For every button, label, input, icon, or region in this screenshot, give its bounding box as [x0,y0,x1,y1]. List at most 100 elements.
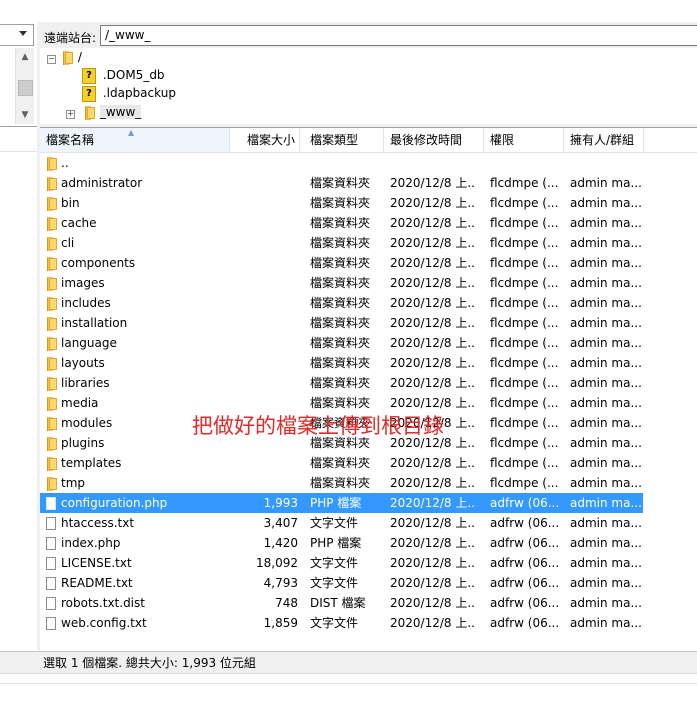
row-icon-cell [44,353,60,373]
folder-row[interactable]: .. [40,153,643,173]
column-header-name[interactable]: 檔案名稱 ▲ [40,128,230,152]
column-header-label: 檔案大小 [246,133,295,147]
local-file-list[interactable] [0,126,38,655]
local-tree-scrollbar[interactable]: ▲ ▼ [15,48,34,124]
folder-row[interactable]: bin 檔案資料夾 2020/12/8 上... flcdmpe (... admin … [40,193,643,213]
file-size-cell: 4,793 [263,576,298,590]
scroll-down-icon[interactable]: ▼ [16,106,34,124]
file-type-cell: 檔案資料夾 [310,376,371,390]
scroll-up-icon[interactable]: ▲ [16,48,34,66]
folder-row[interactable]: templates 檔案資料夾 2020/12/8 上... flcdmpe (...… [40,453,643,473]
file-name-cell: layouts [61,356,105,370]
file-row[interactable]: LICENSE.txt 18,092 文字文件 2020/12/8 上... adfrw… [40,553,643,573]
folder-row[interactable]: cli 檔案資料夾 2020/12/8 上... flcdmpe (... admin … [40,233,643,253]
remote-path-input[interactable]: /_www_ [100,25,697,46]
file-name-cell: templates [61,456,122,470]
row-icon-cell [44,213,60,233]
remote-file-list[interactable]: 檔案名稱 ▲ 檔案大小 檔案類型 最後修改時間 權限 擁有人/群組 .. admi… [40,127,697,652]
expand-icon[interactable]: + [66,110,75,119]
folder-row[interactable]: libraries 檔案資料夾 2020/12/8 上... flcdmpe (...… [40,373,643,393]
file-type-cell: 檔案資料夾 [310,356,371,370]
owner-cell: admin ma... [570,576,642,590]
file-type-cell: 檔案資料夾 [310,176,371,190]
sort-ascending-icon: ▲ [128,128,135,137]
column-header-size[interactable]: 檔案大小 [230,128,300,152]
local-path-dropdown[interactable] [0,24,34,46]
tree-item-label: .DOM5_db [102,68,165,82]
file-type-cell: 檔案資料夾 [310,476,371,490]
modified-cell: 2020/12/8 上... [390,616,476,630]
file-size-cell [230,313,298,333]
owner-cell: admin ma... [570,476,642,490]
file-size-cell [230,293,298,313]
file-row[interactable]: robots.txt.dist 748 DIST 檔案 2020/12/8 上... a… [40,593,643,613]
owner-cell: admin ma... [570,456,642,470]
folder-icon [44,396,58,411]
tree-item[interactable]: ? .DOM5_db [82,66,165,85]
tree-item[interactable]: ? .ldapbackup [82,84,176,103]
unknown-file-icon: ? [82,85,96,102]
permissions-cell: adfrw (06... [490,536,560,550]
collapse-icon[interactable]: − [47,55,56,64]
column-header-owner[interactable]: 擁有人/群組 [564,128,644,152]
folder-row[interactable]: administrator 檔案資料夾 2020/12/8 上... flcdmpe … [40,173,643,193]
column-header-type[interactable]: 檔案類型 [304,128,384,152]
modified-cell: 2020/12/8 上... [390,496,476,510]
remote-directory-tree[interactable]: − / ? .DOM5_db ? .ldapbackup + _www_ [40,48,697,124]
folder-row[interactable]: cache 檔案資料夾 2020/12/8 上... flcdmpe (... admi… [40,213,643,233]
file-row[interactable]: web.config.txt 1,859 文字文件 2020/12/8 上... adf… [40,613,643,633]
folder-row[interactable]: installation 檔案資料夾 2020/12/8 上... flcdmpe (… [40,313,643,333]
permissions-cell: flcdmpe (... [490,196,559,210]
file-name-cell: images [61,276,105,290]
folder-row[interactable]: tmp 檔案資料夾 2020/12/8 上... flcdmpe (... admin … [40,473,643,493]
file-row[interactable]: index.php 1,420 PHP 檔案 2020/12/8 上... adfrw … [40,533,643,553]
file-name-cell: language [61,336,117,350]
file-size-cell: 1,859 [263,616,298,630]
tree-item-label: / [77,50,82,64]
column-header-modified[interactable]: 最後修改時間 [384,128,484,152]
row-icon-cell [44,553,60,573]
file-row[interactable]: configuration.php 1,993 PHP 檔案 2020/12/8 上.… [40,493,643,513]
file-icon [46,557,56,570]
file-size-cell [230,373,298,393]
file-size-cell: 3,407 [263,516,298,530]
row-icon-cell [44,293,60,313]
file-size-cell [230,333,298,353]
folder-row[interactable]: language 檔案資料夾 2020/12/8 上... flcdmpe (... a… [40,333,643,353]
owner-cell: admin ma... [570,516,642,530]
owner-cell: admin ma... [570,216,642,230]
tree-item[interactable]: _www_ [82,103,142,122]
modified-cell: 2020/12/8 上... [390,296,476,310]
column-header-permissions[interactable]: 權限 [484,128,564,152]
file-type-cell: 文字文件 [310,516,359,530]
list-header: 檔案名稱 ▲ 檔案大小 檔案類型 最後修改時間 權限 擁有人/群組 [40,128,697,153]
file-name-cell: installation [61,316,128,330]
folder-icon [44,276,58,291]
row-icon-cell [44,613,60,633]
folder-row[interactable]: images 檔案資料夾 2020/12/8 上... flcdmpe (... adm… [40,273,643,293]
folder-icon [44,296,58,311]
file-row[interactable]: htaccess.txt 3,407 文字文件 2020/12/8 上... adfrw… [40,513,643,533]
file-row[interactable]: README.txt 4,793 文字文件 2020/12/8 上... adfrw (… [40,573,643,593]
permissions-cell: adfrw (06... [490,596,560,610]
file-size-cell [230,173,298,193]
chevron-down-icon[interactable] [19,31,27,36]
scroll-thumb[interactable] [18,80,33,96]
folder-row[interactable]: includes 檔案資料夾 2020/12/8 上... flcdmpe (... a… [40,293,643,313]
tree-item-root[interactable]: / [60,48,82,67]
file-type-cell: 文字文件 [310,616,359,630]
file-size-cell [230,213,298,233]
permissions-cell: adfrw (06... [490,556,560,570]
folder-row[interactable]: components 檔案資料夾 2020/12/8 上... flcdmpe (..… [40,253,643,273]
folder-icon [44,176,58,191]
permissions-cell: adfrw (06... [490,496,560,510]
row-icon-cell [44,393,60,413]
folder-icon [44,456,58,471]
file-size-cell: 18,092 [256,556,298,570]
row-icon-cell [44,453,60,473]
folder-icon [44,416,58,431]
folder-row[interactable]: layouts 檔案資料夾 2020/12/8 上... flcdmpe (... ad… [40,353,643,373]
file-name-cell: README.txt [61,576,133,590]
modified-cell: 2020/12/8 上... [390,336,476,350]
row-icon-cell [44,473,60,493]
